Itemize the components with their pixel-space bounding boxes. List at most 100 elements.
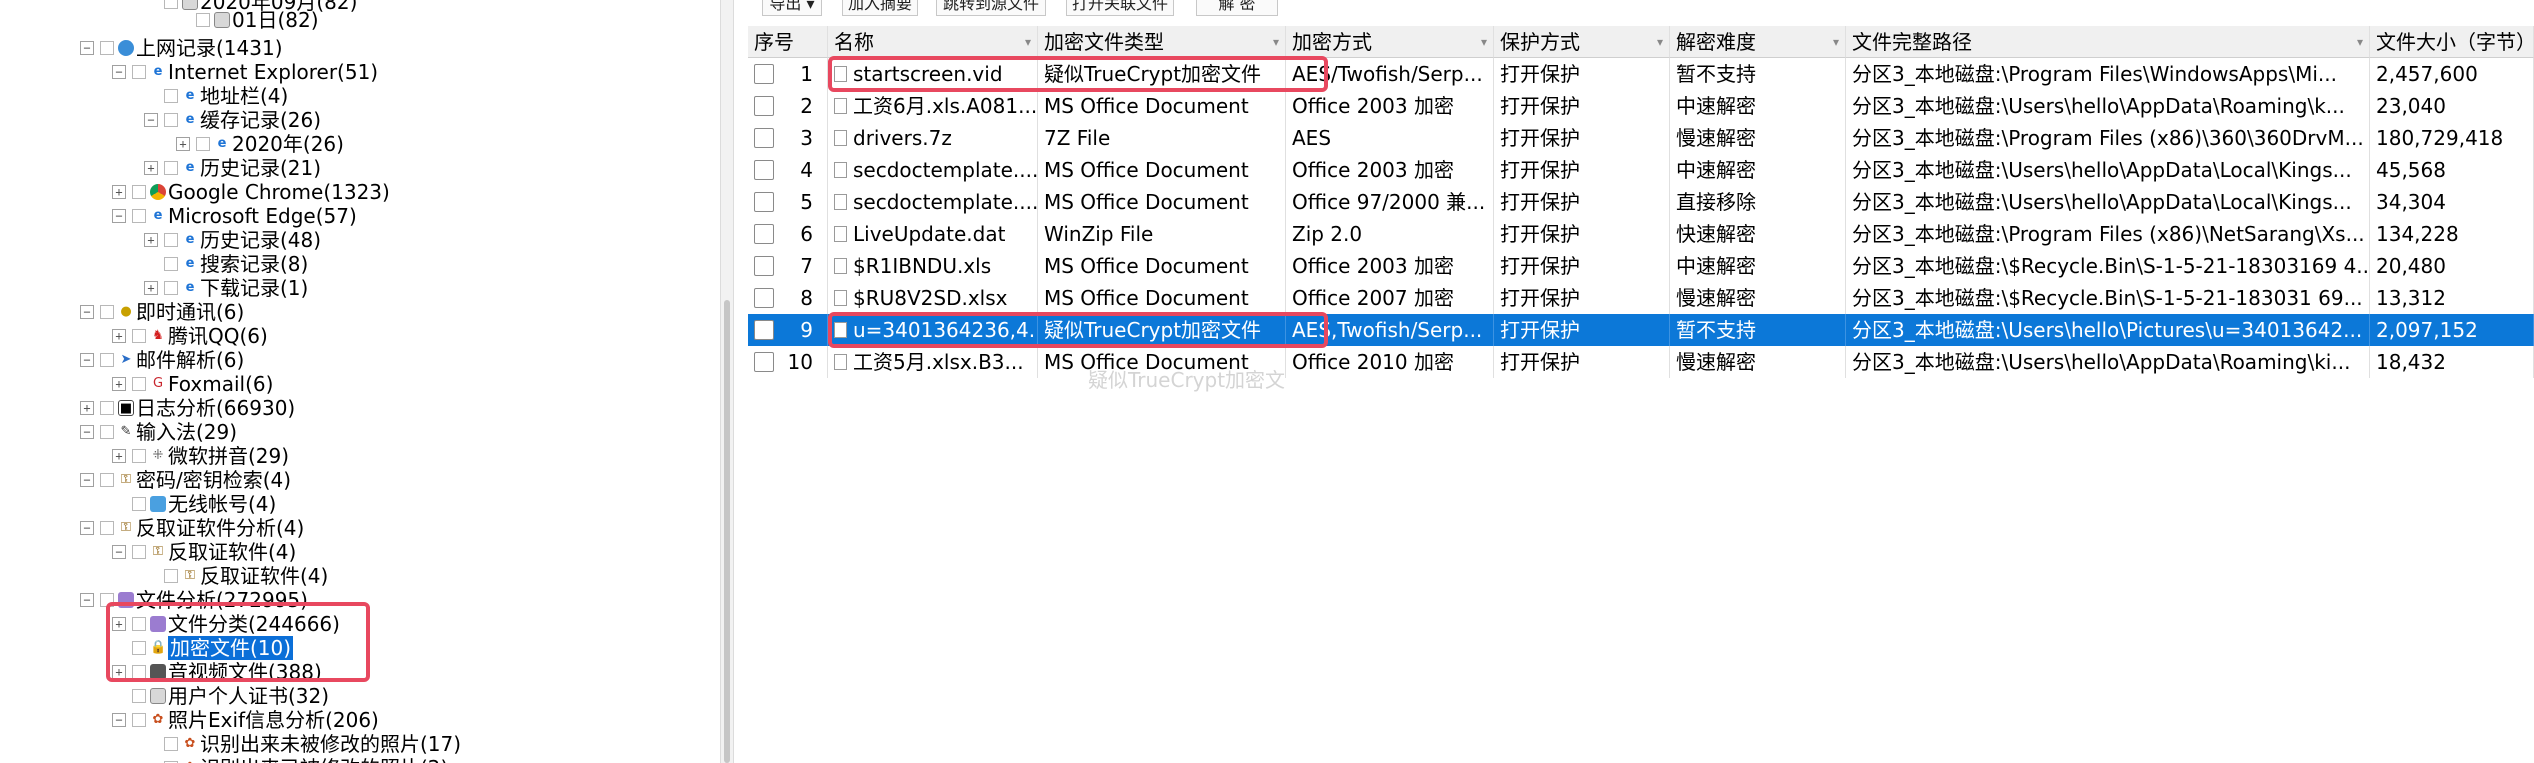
tree-node-checkbox[interactable] — [164, 257, 178, 271]
collapse-toggle[interactable]: − — [80, 521, 94, 535]
collapse-toggle[interactable]: − — [80, 353, 94, 367]
tree-node[interactable]: + G Foxmail(6) — [112, 372, 273, 396]
tree-node-checkbox[interactable] — [164, 161, 178, 175]
tree-node-checkbox[interactable] — [132, 449, 146, 463]
tree-node-checkbox[interactable] — [196, 13, 210, 27]
column-header-enc-method[interactable]: 加密方式 ▾ — [1286, 26, 1494, 58]
column-filter-icon[interactable]: ▾ — [1025, 26, 1031, 57]
row-checkbox[interactable] — [754, 224, 774, 244]
tree-node-checkbox[interactable] — [100, 305, 114, 319]
table-row[interactable]: 6 LiveUpdate.dat WinZip File Zip 2.0 打开保护 快速解… — [748, 218, 2534, 250]
tree-node-checkbox[interactable] — [132, 713, 146, 727]
tree-node-checkbox[interactable] — [132, 329, 146, 343]
row-checkbox[interactable] — [754, 352, 774, 372]
column-header-name[interactable]: 名称 ▾ — [828, 26, 1038, 58]
row-checkbox[interactable] — [754, 96, 774, 116]
tree-scrollbar[interactable] — [720, 0, 734, 763]
expand-toggle[interactable]: + — [80, 401, 94, 415]
tree-node[interactable]: − ➤ 邮件解析(6) — [80, 348, 244, 372]
tree-node-checkbox[interactable] — [132, 377, 146, 391]
expand-toggle[interactable]: + — [144, 161, 158, 175]
tree-node-checkbox[interactable] — [164, 737, 178, 751]
collapse-toggle[interactable]: − — [144, 113, 158, 127]
column-header-index[interactable]: 序号 — [748, 26, 828, 58]
tree-node-checkbox[interactable] — [164, 89, 178, 103]
table-row[interactable]: 2 工资6月.xls.A081... MS Office Document Offic… — [748, 90, 2534, 122]
collapse-toggle[interactable]: − — [112, 65, 126, 79]
table-row[interactable]: 5 secdoctemplate.... MS Office Document Off… — [748, 186, 2534, 218]
tree-node-checkbox[interactable] — [132, 65, 146, 79]
column-header-full-path[interactable]: 文件完整路径 ▾ — [1846, 26, 2370, 58]
collapse-toggle[interactable]: − — [112, 713, 126, 727]
expand-toggle[interactable]: + — [112, 449, 126, 463]
tree-node[interactable]: − e Internet Explorer(51) — [112, 60, 378, 84]
tree-node[interactable]: − ⚿ 反取证软件分析(4) — [80, 516, 304, 540]
collapse-toggle[interactable]: − — [80, 593, 94, 607]
tree-node[interactable]: e 地址栏(4) — [144, 84, 288, 108]
row-checkbox[interactable] — [754, 256, 774, 276]
table-row[interactable]: 10 工资5月.xlsx.B3... MS Office Document Offic… — [748, 346, 2534, 378]
tree-node-checkbox[interactable] — [132, 209, 146, 223]
row-checkbox[interactable] — [754, 288, 774, 308]
tree-node[interactable]: + ♞ 腾讯QQ(6) — [112, 324, 268, 348]
tree-node[interactable]: + e 下载记录(1) — [144, 276, 308, 300]
column-filter-icon[interactable]: ▾ — [2357, 26, 2363, 57]
column-header-difficulty[interactable]: 解密难度 ▾ — [1670, 26, 1846, 58]
tree-node[interactable]: − 上网记录(1431) — [80, 36, 283, 60]
expand-toggle[interactable]: + — [144, 233, 158, 247]
tree-node[interactable]: − ● 即时通讯(6) — [80, 300, 244, 324]
tree-node-checkbox[interactable] — [164, 233, 178, 247]
tree-node[interactable]: e 搜索记录(8) — [144, 252, 308, 276]
export-button[interactable]: 导出 ▾ — [762, 0, 822, 16]
collapse-toggle[interactable]: − — [112, 209, 126, 223]
tree-node-checkbox[interactable] — [196, 137, 210, 151]
collapse-toggle[interactable]: − — [80, 473, 94, 487]
tree-node[interactable]: 用户个人证书(32) — [112, 684, 329, 708]
tree-node[interactable]: − e 缓存记录(26) — [144, 108, 321, 132]
tree-node[interactable]: ⚿ 反取证软件(4) — [144, 564, 328, 588]
column-filter-icon[interactable]: ▾ — [1657, 26, 1663, 57]
goto-source-button[interactable]: 跳转到源文件 — [936, 0, 1046, 16]
expand-toggle[interactable]: + — [112, 329, 126, 343]
tree-node[interactable]: ✿ 识别出来未被修改的照片(17) — [144, 732, 461, 756]
tree-node-checkbox[interactable] — [100, 41, 114, 55]
tree-node-checkbox[interactable] — [100, 353, 114, 367]
column-header-size[interactable]: 文件大小（字节） — [2370, 26, 2534, 58]
expand-toggle[interactable]: + — [112, 377, 126, 391]
scrollbar-thumb[interactable] — [724, 300, 730, 763]
collapse-toggle[interactable]: − — [112, 545, 126, 559]
tree-node[interactable]: − ✿ 照片Exif信息分析(206) — [112, 708, 379, 732]
tree-node-checkbox[interactable] — [132, 497, 146, 511]
tree-node[interactable]: + e 2020年(26) — [176, 132, 344, 156]
tree-node-checkbox[interactable] — [100, 401, 114, 415]
tree-node[interactable]: + e 历史记录(21) — [144, 156, 321, 180]
column-filter-icon[interactable]: ▾ — [1273, 26, 1279, 57]
table-row[interactable]: 3 drivers.7z 7Z File AES 打开保护 慢速解密 分区3_本地磁盘:\P… — [748, 122, 2534, 154]
open-related-button[interactable]: 打开关联文件 — [1066, 0, 1174, 16]
row-checkbox[interactable] — [754, 192, 774, 212]
tree-node[interactable]: ✿识别出来已被修改的照片(2) — [144, 756, 448, 763]
tree-node-checkbox[interactable] — [132, 185, 146, 199]
collapse-toggle[interactable]: − — [80, 425, 94, 439]
row-checkbox[interactable] — [754, 160, 774, 180]
expand-toggle[interactable]: + — [176, 137, 190, 151]
tree-node-checkbox[interactable] — [100, 521, 114, 535]
expand-toggle[interactable]: + — [144, 281, 158, 295]
column-header-enc-type[interactable]: 加密文件类型 ▾ — [1038, 26, 1286, 58]
chevron-down-icon[interactable]: ▾ — [807, 0, 815, 13]
decrypt-button[interactable]: 解 密 — [1196, 0, 1278, 16]
table-row[interactable]: 8 $RU8V2SD.xlsx MS Office Document Office 2… — [748, 282, 2534, 314]
column-filter-icon[interactable]: ▾ — [1481, 26, 1487, 57]
tree-node[interactable]: + ■ 日志分析(66930) — [80, 396, 295, 420]
tree-node-checkbox[interactable] — [100, 473, 114, 487]
row-checkbox[interactable] — [754, 64, 774, 84]
table-row[interactable]: 7 $R1IBNDU.xls MS Office Document Office 20… — [748, 250, 2534, 282]
tree-node-checkbox[interactable] — [100, 425, 114, 439]
tree-node-checkbox[interactable] — [132, 689, 146, 703]
tree-node[interactable]: + ⁜ 微软拼音(29) — [112, 444, 289, 468]
tree-node-checkbox[interactable] — [164, 113, 178, 127]
collapse-toggle[interactable]: − — [80, 305, 94, 319]
tree-node[interactable]: 无线帐号(4) — [112, 492, 276, 516]
row-checkbox[interactable] — [754, 320, 774, 340]
tree-node[interactable]: − ✎ 输入法(29) — [80, 420, 237, 444]
